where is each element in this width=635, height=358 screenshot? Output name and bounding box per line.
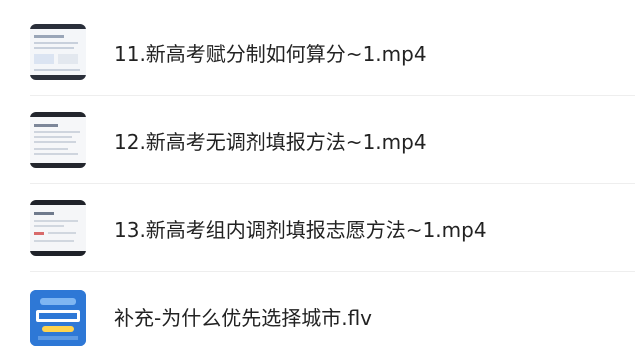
document-thumbnail-icon bbox=[30, 200, 86, 256]
document-thumbnail-icon bbox=[30, 112, 86, 168]
blue-cover-thumbnail-icon bbox=[30, 290, 86, 346]
file-row[interactable]: 补充-为什么优先选择城市.flv bbox=[0, 272, 635, 358]
file-row[interactable]: 11.新高考赋分制如何算分~1.mp4 bbox=[0, 8, 635, 96]
file-name: 补充-为什么优先选择城市.flv bbox=[114, 305, 373, 330]
file-name: 12.新高考无调剂填报方法~1.mp4 bbox=[114, 129, 427, 154]
document-thumbnail-icon bbox=[30, 24, 86, 80]
file-name: 13.新高考组内调剂填报志愿方法~1.mp4 bbox=[114, 217, 487, 242]
file-list: 11.新高考赋分制如何算分~1.mp4 12.新高考无调剂填报方法~1.mp4 bbox=[0, 0, 635, 358]
file-row[interactable]: 13.新高考组内调剂填报志愿方法~1.mp4 bbox=[0, 184, 635, 272]
file-name: 11.新高考赋分制如何算分~1.mp4 bbox=[114, 41, 427, 66]
file-row[interactable]: 12.新高考无调剂填报方法~1.mp4 bbox=[0, 96, 635, 184]
